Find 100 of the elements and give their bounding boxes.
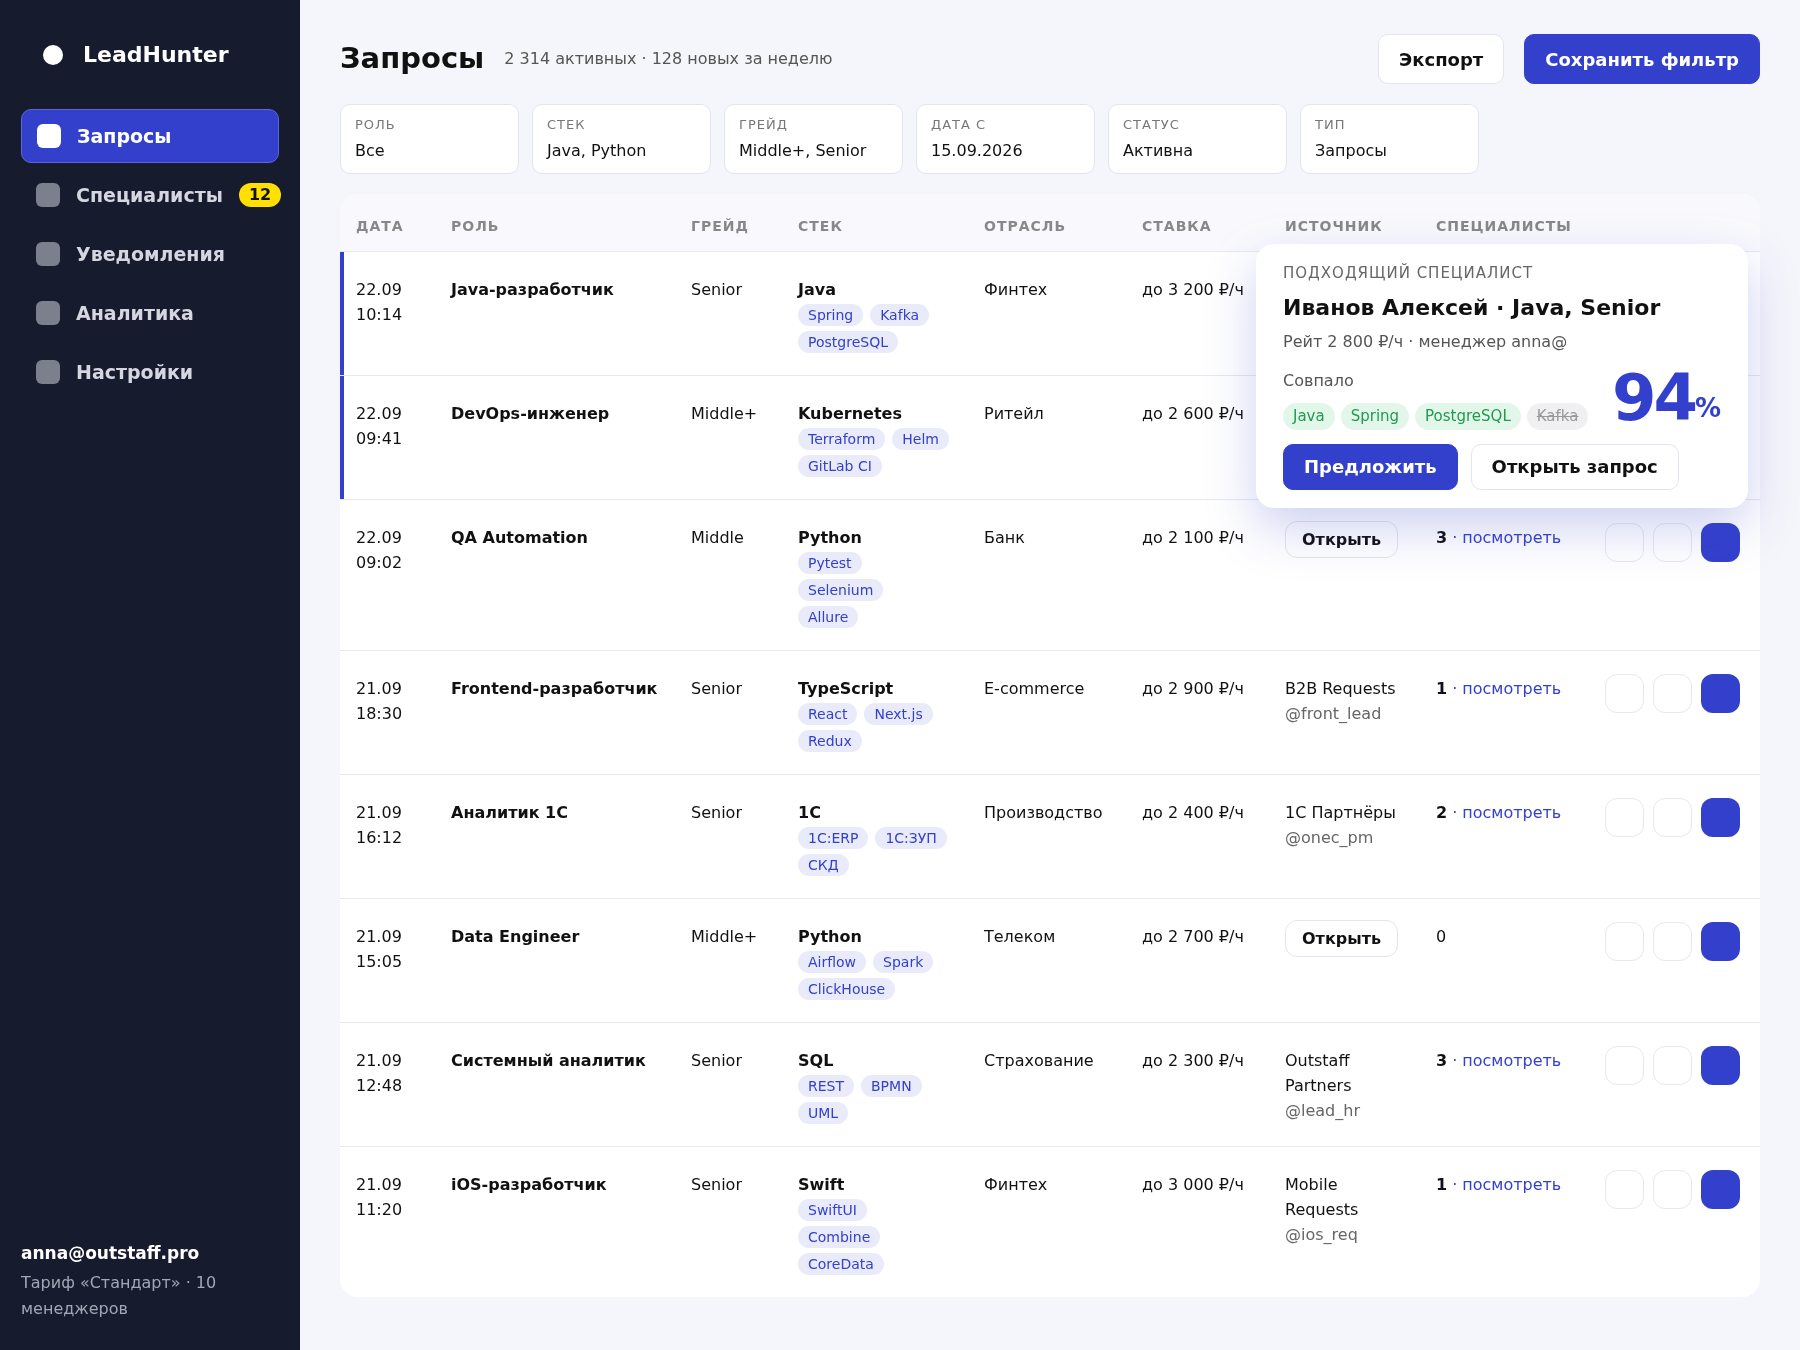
popup-button[interactable]: Открыть запрос: [1470, 443, 1679, 490]
rate-text: до 3 200 ₽/ч: [1142, 280, 1244, 299]
stack-text: Swift: [798, 1174, 845, 1196]
percent-sign: %: [1694, 392, 1721, 425]
action-button[interactable]: [1701, 922, 1740, 961]
brand-name: LeadHunter: [83, 41, 229, 69]
popup-button[interactable]: Предложить: [1283, 443, 1458, 490]
tech-tag: Next.js: [864, 703, 933, 725]
role-text: Аналитик 1С: [451, 803, 568, 822]
source-handle: @ios_req: [1285, 1224, 1358, 1246]
source-handle: @front_lead: [1285, 703, 1382, 725]
industry-text: Производство: [984, 803, 1103, 822]
action-button[interactable]: [1701, 523, 1740, 562]
action-button[interactable]: [1701, 1046, 1740, 1085]
nav-item[interactable]: Запросы: [21, 109, 279, 163]
role-text: Frontend-разработчик: [451, 679, 658, 698]
role-text: Data Engineer: [451, 927, 580, 946]
tech-tag: Pytest: [798, 552, 862, 574]
filter-field[interactable]: РОЛЬ Все: [340, 104, 519, 174]
match-score: 94: [1611, 365, 1695, 430]
tech-tag: BPMN: [861, 1075, 922, 1097]
date-text: 22.09: [356, 527, 403, 549]
time-text: 12:48: [356, 1075, 404, 1097]
date-text: 21.09: [356, 678, 403, 700]
tech-tag: PostgreSQL: [798, 331, 898, 353]
tech-tag: Kafka: [870, 304, 930, 326]
grade-text: Senior: [691, 803, 742, 822]
role-text: Системный аналитик: [451, 1051, 646, 1070]
time-text: 16:12: [356, 827, 404, 849]
open-button[interactable]: Открыть: [1285, 521, 1399, 558]
date-text: 21.09: [356, 926, 403, 948]
view-link[interactable]: · посмотреть: [1452, 800, 1562, 825]
rate-text: до 2 300 ₽/ч: [1142, 1051, 1244, 1070]
open-button[interactable]: Открыть: [1285, 920, 1399, 957]
column-header: СТЕК: [798, 218, 843, 234]
filter-field[interactable]: СТАТУС Активна: [1108, 104, 1287, 174]
filter-field[interactable]: ГРЕЙД Middle+, Senior: [724, 104, 903, 174]
nav-item[interactable]: Настройки: [21, 345, 279, 399]
view-link[interactable]: · посмотреть: [1452, 676, 1562, 701]
industry-text: Телеком: [984, 927, 1056, 946]
time-text: 18:30: [356, 703, 404, 725]
tech-tag: SwiftUI: [798, 1199, 867, 1221]
specialists-count: 2: [1436, 802, 1448, 824]
date-text: 21.09: [356, 1174, 403, 1196]
specialists-count: 1: [1436, 678, 1448, 700]
stack-text: Java: [798, 279, 836, 301]
source-name: B2B Requests: [1285, 678, 1397, 700]
tech-tag: CoreData: [798, 1253, 884, 1275]
action-button[interactable]: [1701, 1170, 1740, 1209]
industry-text: Финтех: [984, 1175, 1048, 1194]
nav-icon: [37, 124, 61, 148]
column-header: ОТРАСЛЬ: [984, 218, 1067, 234]
nav-item[interactable]: Аналитика: [21, 286, 279, 340]
stack-text: Python: [798, 527, 862, 549]
date-text: 22.09: [356, 403, 403, 425]
role-text: QA Automation: [451, 528, 588, 547]
nav-item[interactable]: Уведомления: [21, 227, 279, 281]
count-badge: 12: [238, 183, 282, 207]
view-link[interactable]: · посмотреть: [1452, 1172, 1562, 1197]
filter-field[interactable]: ТИП Запросы: [1300, 104, 1479, 174]
account-email: anna@outstaff.pro: [21, 1241, 201, 1265]
grade-text: Senior: [691, 280, 742, 299]
grade-text: Middle: [691, 528, 744, 547]
grade-text: Middle+: [691, 404, 758, 423]
tech-tag: UML: [798, 1102, 849, 1124]
industry-text: Финтех: [984, 280, 1048, 299]
time-text: 10:14: [356, 304, 404, 326]
header-button[interactable]: Сохранить фильтр: [1524, 34, 1760, 84]
date-text: 21.09: [356, 1050, 403, 1072]
view-link[interactable]: · посмотреть: [1452, 525, 1562, 550]
skill-tag: Kafka: [1526, 403, 1589, 430]
skill-tag: Spring: [1340, 403, 1410, 430]
industry-text: Банк: [984, 528, 1025, 547]
time-text: 11:20: [356, 1199, 404, 1221]
nav-item[interactable]: Специалисты 12: [21, 168, 279, 222]
plan-text: Тариф «Стандарт» · 10 менеджеров: [21, 1272, 218, 1320]
filter-field[interactable]: СТЕК Java, Python: [532, 104, 711, 174]
specialists-count: 0: [1436, 926, 1447, 948]
tech-tag: Terraform: [798, 428, 886, 450]
filter-field[interactable]: ДАТА С 15.09.2026: [916, 104, 1095, 174]
industry-text: Ритейл: [984, 404, 1044, 423]
tech-tag: GitLab CI: [798, 455, 882, 477]
header-button[interactable]: Экспорт: [1378, 34, 1505, 84]
tech-tag: 1С:ERP: [798, 827, 869, 849]
date-text: 22.09: [356, 279, 403, 301]
view-link[interactable]: · посмотреть: [1452, 1048, 1562, 1073]
industry-text: Страхование: [984, 1051, 1094, 1070]
specialists-count: 3: [1436, 527, 1448, 549]
skill-tag: Java: [1283, 403, 1335, 430]
action-button[interactable]: [1701, 798, 1740, 837]
rate-text: до 2 700 ₽/ч: [1142, 927, 1244, 946]
rate-text: до 2 900 ₽/ч: [1142, 679, 1244, 698]
stack-text: 1С: [798, 802, 821, 824]
tech-tag: React: [798, 703, 858, 725]
action-button[interactable]: [1701, 674, 1740, 713]
grade-text: Senior: [691, 1175, 742, 1194]
match-label: Совпало: [1283, 370, 1355, 392]
page-title: Запросы: [340, 40, 485, 78]
time-text: 09:02: [356, 552, 404, 574]
nav-icon: [36, 183, 60, 207]
